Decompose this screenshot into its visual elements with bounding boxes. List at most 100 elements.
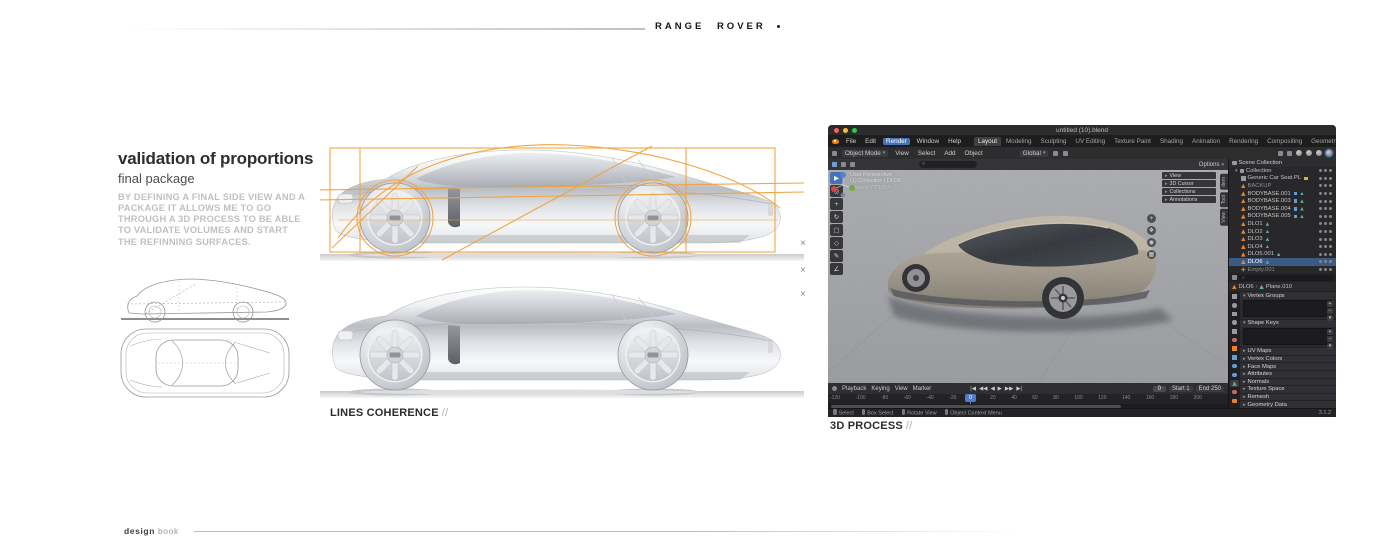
visibility-icons[interactable] (1319, 268, 1333, 271)
menu-window[interactable]: Window (915, 138, 941, 145)
visibility-icons[interactable] (1319, 207, 1333, 210)
active-tool-icon[interactable] (832, 162, 837, 167)
navigation-gizmo[interactable] (828, 170, 858, 200)
timeline-editor-icon[interactable] (832, 386, 837, 391)
outliner-root[interactable]: Scene Collection (1229, 159, 1336, 167)
npanel-annotations[interactable]: ▸Annotations (1162, 196, 1216, 203)
tab-uv-editing[interactable]: UV Editing (1071, 137, 1109, 146)
shape-keys-list[interactable]: +−▾ (1243, 328, 1333, 345)
menu-object[interactable]: Object (963, 150, 985, 157)
npanel-view[interactable]: ▸View (1162, 172, 1216, 179)
panel-vertex-colors[interactable]: ▸Vertex Colors (1240, 355, 1336, 363)
timeline-scrollbar[interactable] (828, 404, 1228, 408)
scrollbar-thumb[interactable] (831, 405, 1121, 408)
visibility-icons[interactable] (1319, 177, 1333, 180)
material-properties-icon[interactable] (1230, 389, 1239, 396)
timeline-view-menu[interactable]: View (895, 386, 908, 392)
jump-end-button[interactable]: ▶| (1016, 386, 1022, 392)
npanel-tab-item[interactable]: Item (1220, 174, 1228, 190)
properties-search-input[interactable]: ⌕ (1239, 275, 1333, 281)
pan-view-icon[interactable]: ❖ (1147, 226, 1156, 235)
menu-select[interactable]: Select (916, 150, 938, 157)
specials-menu-button[interactable]: ▾ (1327, 343, 1333, 349)
current-frame-field[interactable]: 0 (1153, 386, 1166, 392)
panel-vertex-groups[interactable]: ▾Vertex Groups (1240, 291, 1336, 299)
next-keyframe-button[interactable]: ▶▶ (1005, 386, 1013, 392)
mode-dropdown[interactable]: Object Mode▾ (842, 150, 888, 157)
panel-face-maps[interactable]: ▸Face Maps (1240, 362, 1336, 370)
npanel-tab-tool[interactable]: Tool (1220, 192, 1228, 207)
visibility-icons[interactable] (1319, 230, 1333, 233)
specials-menu-button[interactable]: ▾ (1327, 315, 1333, 321)
outliner-item-dlo4[interactable]: DLO4 (1229, 243, 1336, 251)
remove-item-button[interactable]: − (1327, 336, 1333, 342)
blender-logo-icon[interactable] (832, 139, 839, 144)
outliner-item-dlo6-selected[interactable]: DLO6 (1229, 258, 1336, 266)
npanel-tab-view[interactable]: View (1220, 209, 1228, 226)
camera-view-icon[interactable]: ◉ (1147, 238, 1156, 247)
viewport-search-input[interactable]: ⌕ (919, 161, 977, 168)
editor-type-icon[interactable] (832, 151, 837, 156)
object-data-properties-icon[interactable] (1230, 380, 1239, 387)
outliner-item-dlo2[interactable]: DLO2 (1229, 228, 1336, 236)
playhead[interactable]: 0 (965, 394, 976, 402)
world-properties-icon[interactable] (1230, 337, 1239, 344)
menu-help[interactable]: Help (946, 138, 963, 145)
overlays-toggle-icon[interactable] (1287, 151, 1292, 156)
outliner-item-empty-001[interactable]: Empty.001 (1229, 266, 1336, 274)
texture-properties-icon[interactable] (1230, 398, 1239, 405)
tab-sculpting[interactable]: Sculpting (1037, 137, 1071, 146)
jump-start-button[interactable]: |◀ (970, 386, 976, 392)
menu-edit[interactable]: Edit (863, 138, 878, 145)
outliner-item-bodybase-003[interactable]: BODYBASE.003 (1229, 197, 1336, 205)
gizmo-toggle-icon[interactable] (1278, 151, 1283, 156)
outliner-item-dlo5-001[interactable]: DLO5.001 (1229, 251, 1336, 259)
visibility-icons[interactable] (1319, 238, 1333, 241)
breadcrumb-object-name[interactable]: DLO6 (1239, 284, 1254, 290)
keying-menu[interactable]: Keying (871, 386, 889, 392)
scene-properties-icon[interactable] (1230, 328, 1239, 335)
ortho-toggle-icon[interactable]: ▦ (1147, 250, 1156, 259)
visibility-icons[interactable] (1319, 245, 1333, 248)
view-layer-properties-icon[interactable] (1230, 319, 1239, 326)
filter-icon[interactable] (1232, 275, 1237, 280)
play-button[interactable]: ▶ (998, 386, 1002, 392)
outliner-item-bodybase-005[interactable]: BODYBASE.005 (1229, 213, 1336, 221)
outliner-item-bodybase-001[interactable]: BODYBASE.001 (1229, 190, 1336, 198)
breadcrumb-data-name[interactable]: Plane.010 (1266, 284, 1292, 290)
panel-attributes[interactable]: ▸Attributes (1240, 370, 1336, 378)
frame-end-field[interactable]: End 250 (1196, 386, 1224, 392)
tab-compositing[interactable]: Compositing (1263, 137, 1306, 146)
outliner-item-dlo1[interactable]: DLO1 (1229, 220, 1336, 228)
tab-geometry-nodes[interactable]: Geometry Nodes (1307, 137, 1336, 146)
viewport-canvas[interactable]: User Perspective (1) Collection | DLO6 S… (828, 170, 1228, 383)
add-item-button[interactable]: + (1327, 329, 1333, 335)
tab-rendering[interactable]: Rendering (1225, 137, 1262, 146)
menu-add[interactable]: Add (942, 150, 957, 157)
visibility-icons[interactable] (1319, 253, 1333, 256)
menu-file[interactable]: File (844, 138, 858, 145)
options-dropdown[interactable]: Options▾ (1199, 162, 1224, 168)
prev-keyframe-button[interactable]: ◀◀ (979, 386, 987, 392)
panel-normals[interactable]: ▸Normals (1240, 378, 1336, 386)
visibility-icons[interactable] (1319, 200, 1333, 203)
panel-texture-space[interactable]: ▸Texture Space (1240, 385, 1336, 393)
measure-tool[interactable]: ∠ (830, 263, 843, 275)
visibility-icons[interactable] (1319, 222, 1333, 225)
npanel-3d-cursor[interactable]: ▸3D Cursor (1162, 180, 1216, 187)
rotate-tool[interactable]: ↻ (830, 211, 843, 223)
zoom-view-icon[interactable]: + (1147, 214, 1156, 223)
tool-properties-icon[interactable] (1230, 293, 1239, 300)
outliner-item-generic-car-seat[interactable]: Generic Car Seat PL (1229, 175, 1336, 183)
panel-uv-maps[interactable]: ▸UV Maps (1240, 347, 1336, 355)
orientation-dropdown[interactable]: Global▾ (1020, 150, 1049, 157)
play-reverse-button[interactable]: ◀ (990, 386, 994, 392)
shading-rendered-icon[interactable] (1326, 150, 1332, 156)
npanel-collections[interactable]: ▸Collections (1162, 188, 1216, 195)
outliner-item-dlo3[interactable]: DLO3 (1229, 235, 1336, 243)
visibility-icons[interactable] (1319, 192, 1333, 195)
shading-material-icon[interactable] (1316, 150, 1322, 156)
modifier-properties-icon[interactable] (1230, 354, 1239, 361)
tab-animation[interactable]: Animation (1188, 137, 1224, 146)
remove-item-button[interactable]: − (1327, 308, 1333, 314)
